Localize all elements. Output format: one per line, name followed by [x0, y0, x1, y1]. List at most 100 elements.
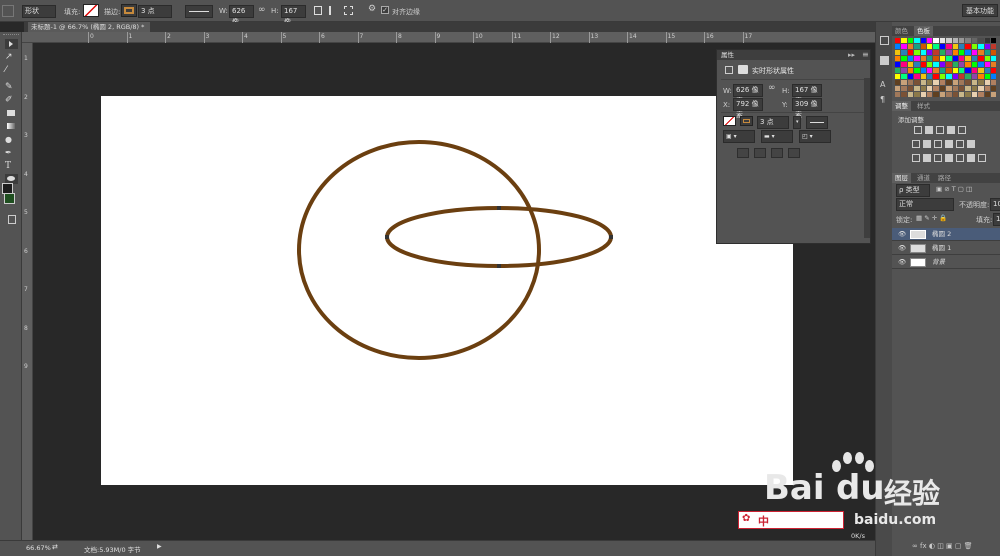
paragraph-panel-icon[interactable]: ¶ [880, 95, 885, 104]
color-swatch[interactable] [946, 44, 952, 49]
color-swatch[interactable] [920, 38, 926, 43]
color-swatch[interactable] [978, 86, 984, 91]
color-swatch[interactable] [927, 38, 933, 43]
color-swatch[interactable] [895, 68, 901, 73]
stroke-width-field[interactable]: 3 点 [138, 5, 172, 18]
color-swatch[interactable] [907, 38, 914, 43]
background-color-swatch[interactable] [4, 193, 15, 204]
properties-panel-icon[interactable] [880, 56, 889, 65]
color-swatch[interactable] [895, 62, 901, 67]
color-swatch[interactable] [959, 92, 965, 97]
color-swatch[interactable] [959, 50, 965, 55]
character-panel-icon[interactable]: A [880, 80, 885, 89]
brush-tool-icon[interactable]: ✎ [5, 82, 18, 92]
color-swatch[interactable] [927, 62, 933, 67]
prop-stroke-width-dropdown[interactable]: ▾ [793, 116, 801, 129]
document-tab[interactable]: 未标题-1 @ 66.7% (椭圆 2, RGB/8) * × [28, 22, 150, 41]
color-swatch[interactable] [914, 92, 920, 97]
color-swatch[interactable] [984, 74, 990, 79]
adjustment-icon[interactable] [923, 140, 931, 148]
color-swatch[interactable] [965, 50, 971, 55]
path-arrange-icon[interactable] [344, 6, 353, 15]
color-swatch[interactable] [984, 86, 990, 91]
color-swatch[interactable] [991, 92, 997, 97]
color-swatch[interactable] [901, 80, 907, 85]
prop-y-field[interactable]: 309 像素 [792, 98, 822, 119]
color-swatch[interactable] [939, 62, 946, 67]
color-swatch[interactable] [971, 92, 978, 97]
color-swatch[interactable] [895, 92, 901, 97]
tab-paths[interactable]: 路径 [935, 173, 954, 183]
lasso-tool-icon[interactable]: ↗ [5, 52, 18, 62]
color-swatch[interactable] [907, 62, 914, 67]
color-swatch[interactable] [907, 86, 914, 91]
layer-row-ellipse-2[interactable]: 👁 椭圆 2 [892, 228, 1000, 241]
color-swatch[interactable] [939, 80, 946, 85]
color-swatch[interactable] [914, 38, 920, 43]
color-swatch[interactable] [984, 44, 990, 49]
color-swatch[interactable] [901, 38, 907, 43]
prop-x-field[interactable]: 792 像素 [733, 98, 763, 119]
color-swatch[interactable] [901, 74, 907, 79]
color-swatch[interactable] [959, 68, 965, 73]
color-swatch[interactable] [939, 86, 946, 91]
layer-kind-filter[interactable]: ρ 类型 [896, 184, 930, 197]
path-combine-icon[interactable] [737, 148, 749, 158]
color-swatch[interactable] [946, 92, 952, 97]
ellipse-2-shape[interactable] [385, 206, 613, 268]
color-swatch[interactable] [952, 44, 958, 49]
color-swatch[interactable] [933, 86, 939, 91]
color-swatch[interactable] [901, 62, 907, 67]
color-swatch[interactable] [895, 74, 901, 79]
color-swatch[interactable] [965, 38, 971, 43]
visibility-eye-icon[interactable]: 👁 [898, 242, 906, 255]
color-swatch[interactable] [914, 50, 920, 55]
color-swatch[interactable] [895, 38, 901, 43]
adjustment-icon[interactable] [925, 126, 933, 134]
color-swatch[interactable] [978, 68, 984, 73]
layer-row-ellipse-1[interactable]: 👁 椭圆 1 [892, 242, 1000, 255]
color-swatch[interactable] [965, 44, 971, 49]
color-swatch[interactable] [939, 92, 946, 97]
prop-stroke-width[interactable]: 3 点 [757, 116, 789, 129]
adjustment-icon[interactable] [947, 126, 955, 134]
prop-fill-swatch[interactable] [723, 116, 736, 126]
color-swatch[interactable] [991, 56, 997, 61]
anchor-point-bottom[interactable] [497, 264, 501, 268]
color-swatch[interactable] [959, 56, 965, 61]
color-swatch[interactable] [965, 62, 971, 67]
color-swatch[interactable] [927, 44, 933, 49]
color-swatch[interactable] [971, 62, 978, 67]
move-tool-icon[interactable] [5, 39, 18, 49]
color-swatch[interactable] [939, 68, 946, 73]
stroke-type-select[interactable] [185, 5, 213, 18]
magic-wand-icon[interactable]: ⁄ [5, 65, 18, 75]
prop-stroke-align[interactable]: ▣ ▾ [723, 130, 755, 143]
pen-tool-icon[interactable]: ✒ [5, 148, 18, 158]
anchor-point-right[interactable] [609, 235, 613, 239]
prop-stroke-caps[interactable]: ▬ ▾ [761, 130, 793, 143]
h-field[interactable]: 167 像 [281, 5, 306, 26]
color-swatch[interactable] [991, 68, 997, 73]
color-swatch[interactable] [939, 50, 946, 55]
color-swatch[interactable] [920, 86, 926, 91]
color-swatch[interactable] [895, 86, 901, 91]
color-swatch[interactable] [978, 80, 984, 85]
adjustment-icon[interactable] [945, 140, 953, 148]
color-swatch[interactable] [901, 92, 907, 97]
color-swatch[interactable] [895, 44, 901, 49]
color-swatch[interactable] [920, 92, 926, 97]
color-swatch[interactable] [952, 80, 958, 85]
color-swatch[interactable] [907, 44, 914, 49]
opacity-field[interactable]: 100 [990, 198, 1000, 211]
color-swatch[interactable] [952, 56, 958, 61]
color-swatch[interactable] [959, 80, 965, 85]
color-swatch[interactable] [991, 50, 997, 55]
layer-filter-icons[interactable]: ▣ ⊘ T ▢ ◫ [936, 185, 972, 193]
panel-collapse-icon[interactable]: ▸▸ [848, 51, 855, 59]
panel-scrollbar[interactable] [864, 78, 870, 238]
color-swatch[interactable] [920, 50, 926, 55]
color-swatch[interactable] [952, 92, 958, 97]
adjustment-icon[interactable] [936, 126, 944, 134]
color-swatch[interactable] [952, 50, 958, 55]
